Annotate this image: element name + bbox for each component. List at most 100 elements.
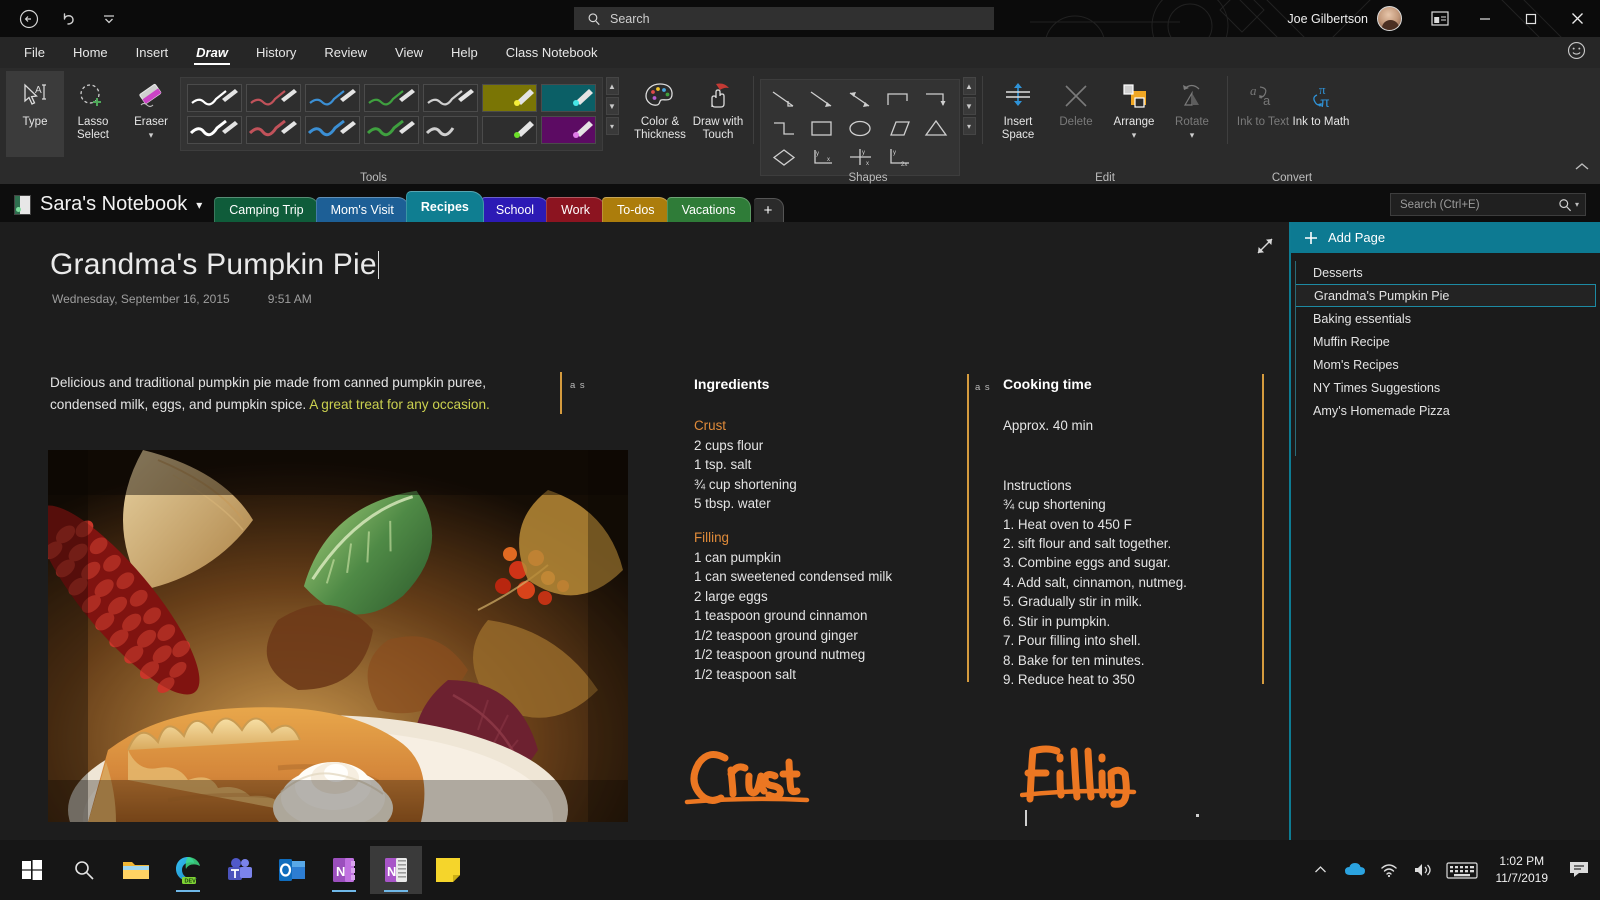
onenote-uwp-button[interactable]: N [318,846,370,894]
pen-swatch[interactable] [423,116,478,144]
tab-class-notebook[interactable]: Class Notebook [492,37,612,68]
pen-swatch[interactable] [246,116,301,144]
section-tab-moms-visit[interactable]: Mom's Visit [315,197,409,222]
microsoft-edge-button[interactable]: DEV [162,846,214,894]
start-button[interactable] [6,846,58,894]
notebook-selector[interactable]: Sara's Notebook ▾ [0,193,214,222]
section-tab-camping-trip[interactable]: Camping Trip [214,197,319,222]
chevron-down-icon[interactable]: ▾ [149,131,154,140]
pen-gallery[interactable] [180,77,603,151]
account-name[interactable]: Joe Gilbertson [1287,12,1368,26]
shape-diamond[interactable] [766,143,802,170]
shape-axis-quarter[interactable]: y 2x [880,143,916,170]
close-button[interactable] [1554,0,1600,37]
arrange-button[interactable]: Arrange ▾ [1105,71,1163,157]
pen-gallery-scroll[interactable]: ▲ ▼ ▾ [605,77,619,151]
ribbon-display-options-icon[interactable] [1418,0,1462,37]
pen-swatch[interactable] [423,84,478,112]
customize-quick-access-icon[interactable] [96,6,122,32]
draw-with-touch-button[interactable]: Draw with Touch [689,71,747,157]
microsoft-teams-button[interactable] [214,846,266,894]
note-block-intro[interactable]: Delicious and traditional pumpkin pie ma… [50,372,550,417]
ink-note-crust[interactable] [683,744,813,819]
wifi-icon[interactable] [1372,840,1406,900]
notebook-search-box[interactable]: Search (Ctrl+E) ▾ [1390,193,1586,216]
tab-insert[interactable]: Insert [122,37,183,68]
notification-icon[interactable] [1560,840,1600,900]
pumpkin-pie-photo[interactable] [48,450,628,822]
speaker-icon[interactable] [1406,840,1440,900]
shape-scroll-up-icon[interactable]: ▲ [962,77,976,95]
expand-page-icon[interactable] [1255,236,1275,261]
gallery-scroll-down-icon[interactable]: ▼ [605,97,619,115]
shape-axis-cross[interactable]: yx [842,143,878,170]
shape-axis-xy[interactable]: yx [804,143,840,170]
tab-help[interactable]: Help [437,37,492,68]
shape-scroll-down-icon[interactable]: ▼ [962,97,976,115]
shape-rectangle[interactable] [804,114,840,141]
shape-gallery[interactable]: yx yx y 2x [760,79,960,176]
ink-note-filling[interactable] [1019,737,1140,822]
note-block-ingredients[interactable]: Ingredients Crust 2 cups flour 1 tsp. sa… [694,374,944,684]
chevron-down-icon[interactable]: ▾ [1575,200,1579,209]
shape-more-icon[interactable]: ▾ [962,117,976,135]
page-item-desserts[interactable]: Desserts [1295,261,1600,284]
shape-line[interactable] [766,85,802,112]
page-item-amys-homemade-pizza[interactable]: Amy's Homemade Pizza [1295,399,1600,422]
shape-step[interactable] [766,114,802,141]
shape-arrow[interactable] [804,85,840,112]
page-item-grandmas-pumpkin-pie[interactable]: Grandma's Pumpkin Pie [1295,284,1596,307]
section-tab-school[interactable]: School [480,197,550,222]
insert-space-button[interactable]: Insert Space [989,71,1047,157]
shape-triangle[interactable] [918,114,954,141]
lasso-select-button[interactable]: Lasso Select [64,71,122,157]
user-avatar[interactable] [1377,6,1402,31]
section-tab-recipes[interactable]: Recipes [405,191,484,222]
shape-ellipse[interactable] [842,114,878,141]
search-icon[interactable] [1558,198,1572,212]
note-resize-handle[interactable] [1262,374,1264,684]
section-tab-vacations[interactable]: Vacations [666,197,751,222]
tab-draw[interactable]: Draw [182,37,242,68]
pen-swatch[interactable] [541,116,596,144]
tab-review[interactable]: Review [310,37,381,68]
page-item-muffin-recipe[interactable]: Muffin Recipe [1295,330,1600,353]
maximize-button[interactable] [1508,0,1554,37]
color-and-thickness-button[interactable]: Color & Thickness [631,71,689,157]
gallery-scroll-up-icon[interactable]: ▲ [605,77,619,95]
pen-swatch[interactable] [364,116,419,144]
page-canvas[interactable]: Grandma's Pumpkin Pie Wednesday, Septemb… [0,222,1289,840]
undo-icon[interactable] [56,6,82,32]
gallery-more-icon[interactable]: ▾ [605,117,619,135]
taskbar-clock[interactable]: 1:02 PM 11/7/2019 [1484,853,1561,888]
add-page-button[interactable]: Add Page [1291,222,1600,253]
page-title[interactable]: Grandma's Pumpkin Pie [50,248,380,282]
microsoft-outlook-button[interactable] [266,846,318,894]
section-tab-to-dos[interactable]: To-dos [602,197,670,222]
pen-swatch[interactable] [541,84,596,112]
eraser-button[interactable]: Eraser ▾ [122,71,180,157]
shape-elbow-arrow[interactable] [918,85,954,112]
chevron-down-icon[interactable]: ▾ [196,198,202,212]
shape-gallery-scroll[interactable]: ▲ ▼ ▾ [962,77,976,176]
pen-swatch[interactable] [187,116,242,144]
back-arrow-icon[interactable] [16,6,42,32]
tab-file[interactable]: File [10,37,59,68]
shape-elbow-connector[interactable] [880,85,916,112]
file-explorer-button[interactable] [110,846,162,894]
sticky-notes-button[interactable] [422,846,474,894]
section-tab-work[interactable]: Work [546,197,606,222]
type-tool-button[interactable]: A Type [6,71,64,157]
cloud-icon[interactable] [1338,840,1372,900]
pen-swatch[interactable] [246,84,301,112]
note-resize-handle[interactable] [967,374,969,682]
search-box[interactable]: Search [574,7,994,30]
smiley-feedback-icon[interactable] [1567,41,1586,65]
shape-parallelogram[interactable] [880,114,916,141]
tab-history[interactable]: History [242,37,310,68]
chevron-down-icon[interactable]: ▾ [1132,131,1137,140]
pen-swatch[interactable] [482,84,537,112]
add-section-button[interactable]: + [753,198,784,222]
note-block-cooking[interactable]: Cooking time Approx. 40 min Instructions… [1003,374,1278,690]
note-resize-handle[interactable] [560,372,562,414]
